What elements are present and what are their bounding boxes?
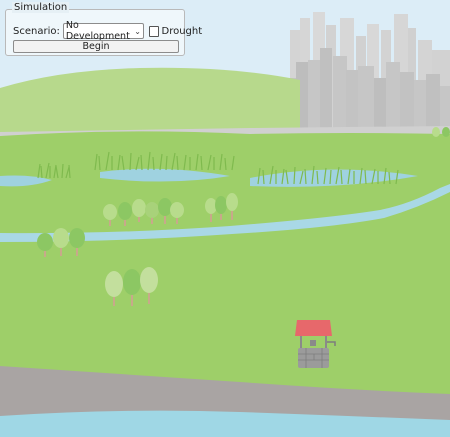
simulation-panel: Simulation Scenario: No Development ⌄ Dr… [5,2,202,56]
chevron-down-icon: ⌄ [134,26,141,36]
drought-label[interactable]: Drought [162,26,203,37]
drought-checkbox[interactable] [148,25,159,37]
scenario-select[interactable]: No Development ⌄ [62,20,144,42]
scenario-label: Scenario: [13,25,60,37]
scenario-row: Scenario: No Development ⌄ Drought [13,20,203,42]
begin-button[interactable]: Begin [13,40,179,53]
simulation-legend: Simulation [12,2,70,13]
landscape-scene [0,0,450,437]
far-hill [0,67,300,135]
scenario-value: No Development [65,20,130,42]
